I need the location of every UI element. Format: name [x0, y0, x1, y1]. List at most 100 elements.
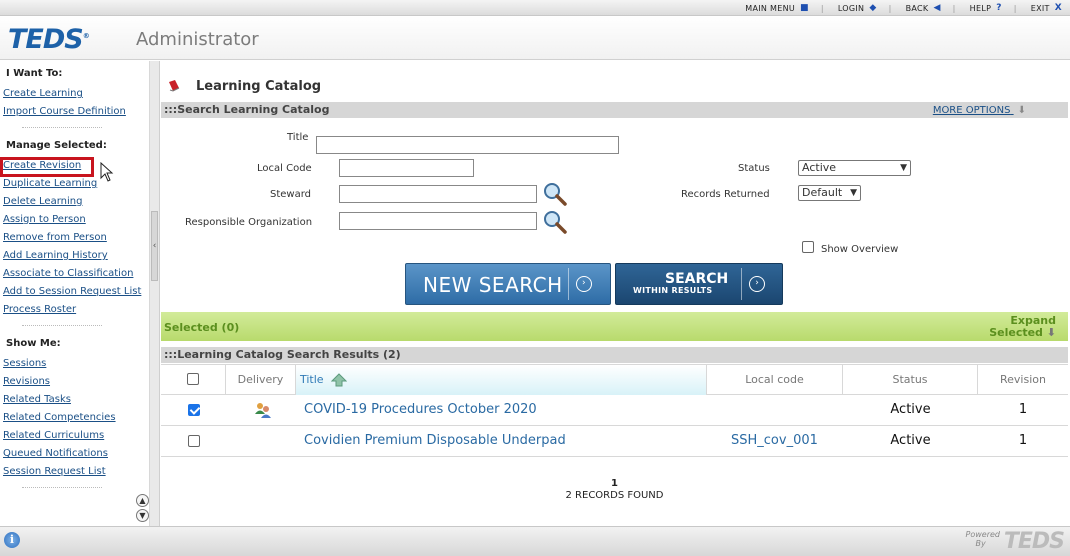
chevron-down-icon: ▼ [850, 188, 857, 198]
records-returned-select[interactable]: Default ▼ [798, 185, 861, 201]
teds-logo: TEDS® [8, 24, 90, 55]
divider [22, 325, 102, 326]
sidebar-associate-to-classification[interactable]: Associate to Classification [3, 268, 133, 279]
sidebar-remove-from-person[interactable]: Remove from Person [3, 232, 107, 243]
help-link[interactable]: HELP ? [970, 3, 1002, 13]
sidebar-splitter[interactable]: ‹ [150, 61, 160, 526]
main-menu-label: MAIN MENU [745, 3, 796, 13]
sidebar-add-learning-history[interactable]: Add Learning History [3, 250, 108, 261]
main-content: Learning Catalog :::Search Learning Cata… [161, 61, 1070, 526]
records-returned-label: Records Returned [681, 189, 770, 200]
more-options-link[interactable]: MORE OPTIONS ⬇ [933, 103, 1026, 119]
sidebar-assign-to-person[interactable]: Assign to Person [3, 214, 86, 225]
column-revision[interactable]: Revision [978, 365, 1068, 395]
row-local-code[interactable]: SSH_cov_001 [731, 426, 818, 456]
column-local-code[interactable]: Local code [707, 365, 843, 395]
sidebar-revisions[interactable]: Revisions [3, 376, 50, 387]
records-returned-value: Default [802, 186, 843, 199]
expand-selected-link[interactable]: Expand Selected ⬇ [989, 315, 1056, 339]
row-title-link[interactable]: Covidien Premium Disposable Underpad [304, 426, 566, 456]
sidebar-session-request-list[interactable]: Session Request List [3, 466, 106, 477]
selected-bar: Selected (0) Expand Selected ⬇ [161, 312, 1068, 341]
exit-x-icon: X [1054, 3, 1062, 13]
arrow-right-icon: › [576, 276, 592, 292]
row-checkbox[interactable] [188, 435, 200, 447]
chevron-down-icon: ▼ [900, 163, 907, 173]
sidebar-related-competencies[interactable]: Related Competencies [3, 412, 116, 423]
column-delivery[interactable]: Delivery [226, 365, 296, 395]
sidebar-scroll-down-button[interactable]: ▼ [136, 509, 149, 522]
row-checkbox[interactable] [188, 404, 200, 416]
sidebar-queued-notifications[interactable]: Queued Notifications [3, 448, 108, 459]
steward-search-icon[interactable] [542, 181, 568, 207]
column-status[interactable]: Status [843, 365, 978, 395]
divider [22, 127, 102, 128]
search-section-title: :::Search Learning Catalog [164, 103, 330, 116]
sort-ascending-icon [330, 373, 348, 387]
search-within-results-button[interactable]: SEARCH WITHIN RESULTS › [615, 263, 783, 305]
sidebar-scroll-up-button[interactable]: ▲ [136, 494, 149, 507]
i-want-to-heading: I Want To: [6, 68, 63, 79]
select-all-checkbox[interactable] [187, 373, 199, 385]
powered-by-text: Powered By [966, 530, 1000, 548]
show-overview-checkbox[interactable] [802, 241, 814, 253]
table-row[interactable]: COVID-19 Procedures October 2020 Active … [161, 395, 1068, 426]
main-menu-link[interactable]: MAIN MENU ■ [745, 3, 809, 13]
diamond-icon: ◆ [869, 3, 877, 13]
sidebar-create-learning[interactable]: Create Learning [3, 88, 83, 99]
menu-square-icon: ■ [800, 3, 809, 13]
login-link[interactable]: LOGIN ◆ [838, 3, 877, 13]
row-status: Active [890, 402, 931, 417]
sidebar-process-roster[interactable]: Process Roster [3, 304, 76, 315]
top-nav: MAIN MENU ■ | LOGIN ◆ | BACK ◀ | HELP ? … [731, 3, 1062, 13]
sidebar-duplicate-learning[interactable]: Duplicate Learning [3, 178, 97, 189]
status-label: Status [738, 163, 770, 174]
steward-input[interactable] [339, 185, 537, 203]
title-label: Title [287, 132, 309, 143]
divider [568, 268, 569, 300]
exit-link[interactable]: EXIT X [1031, 3, 1062, 13]
sidebar-import-course-definition[interactable]: Import Course Definition [3, 106, 126, 117]
logo-text: TEDS [8, 24, 84, 55]
divider [741, 268, 742, 300]
info-icon[interactable]: i [4, 532, 20, 548]
status-select[interactable]: Active ▼ [798, 160, 911, 176]
row-title-link[interactable]: COVID-19 Procedures October 2020 [304, 395, 537, 425]
sidebar-related-curriculums[interactable]: Related Curriculums [3, 430, 104, 441]
help-label: HELP [969, 3, 992, 13]
arrow-right-icon: › [749, 276, 765, 292]
search-within-label-2: WITHIN RESULTS [633, 286, 713, 295]
logo-registered-mark: ® [82, 32, 90, 40]
divider [22, 487, 102, 488]
sidebar-related-tasks[interactable]: Related Tasks [3, 394, 71, 405]
back-link[interactable]: BACK ◀ [906, 3, 941, 13]
search-section-header: :::Search Learning Catalog MORE OPTIONS … [161, 102, 1068, 118]
manage-selected-heading: Manage Selected: [6, 140, 107, 151]
back-label: BACK [905, 3, 929, 13]
page-number[interactable]: 1 [161, 478, 1068, 490]
steward-label: Steward [270, 189, 312, 200]
sidebar-add-to-session-request-list[interactable]: Add to Session Request List [3, 286, 141, 297]
local-code-input[interactable] [339, 159, 474, 177]
new-search-button[interactable]: NEW SEARCH › [405, 263, 611, 305]
sidebar-delete-learning[interactable]: Delete Learning [3, 196, 82, 207]
table-row[interactable]: Covidien Premium Disposable Underpad SSH… [161, 426, 1068, 457]
responsible-organization-input[interactable] [339, 212, 537, 230]
collapse-sidebar-handle[interactable]: ‹ [151, 211, 158, 281]
back-arrow-icon: ◀ [933, 3, 941, 13]
search-within-label-1: SEARCH [665, 271, 729, 287]
top-utility-bar: MAIN MENU ■ | LOGIN ◆ | BACK ◀ | HELP ? … [0, 0, 1070, 16]
footer-teds-logo: TEDS [1003, 529, 1065, 554]
status-selected-value: Active [802, 161, 837, 174]
column-title[interactable]: Title [296, 365, 707, 395]
title-input[interactable] [316, 136, 619, 154]
organization-search-icon[interactable] [542, 209, 568, 235]
sidebar-sessions[interactable]: Sessions [3, 358, 46, 369]
divider: | [820, 3, 824, 13]
selected-count: Selected (0) [164, 321, 240, 334]
select-all-cell [161, 365, 226, 395]
pager: 1 2 RECORDS FOUND [161, 478, 1068, 502]
row-revision: 1 [1018, 402, 1028, 417]
arrow-down-icon: ⬇ [1017, 105, 1026, 116]
responsible-organization-label: Responsible Organization [185, 217, 313, 228]
